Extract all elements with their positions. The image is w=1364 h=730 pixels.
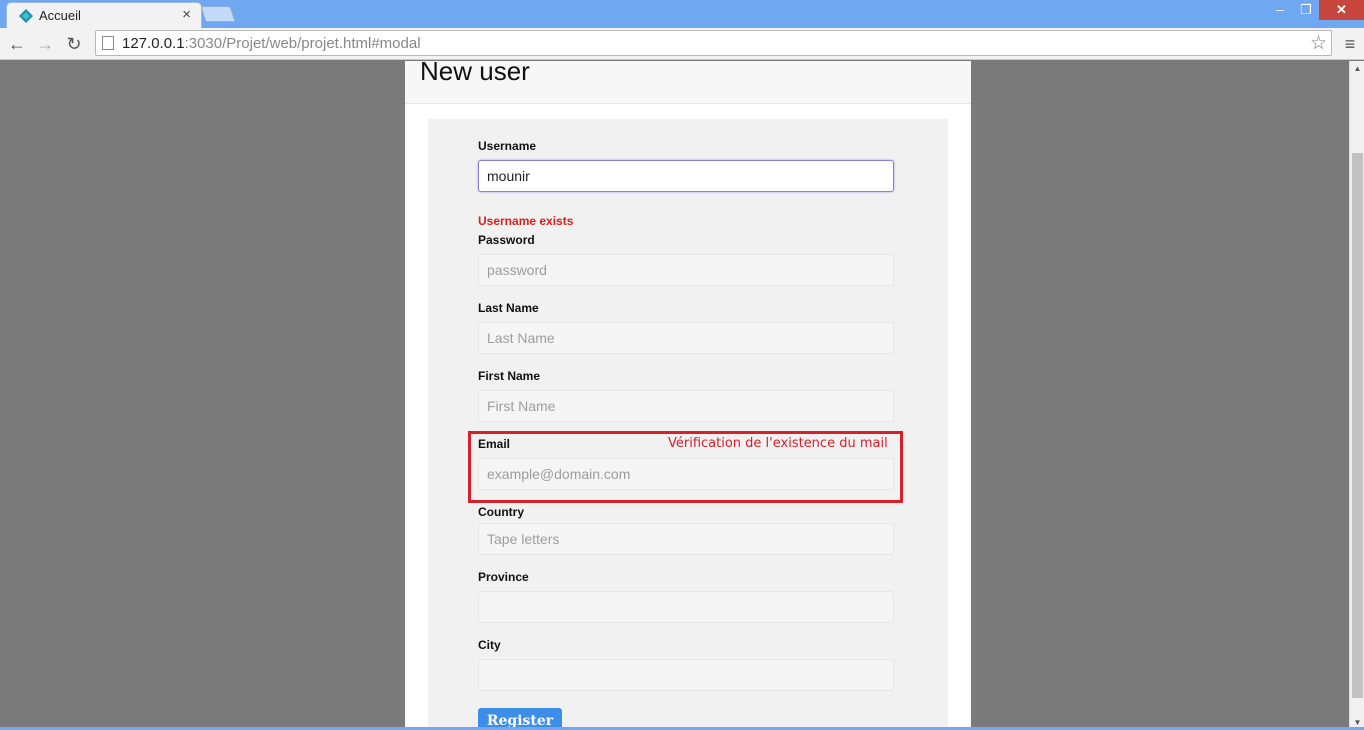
country-label: Country (478, 505, 524, 519)
username-input[interactable] (478, 160, 894, 192)
bookmark-star-icon[interactable]: ☆ (1310, 32, 1327, 55)
modal-title: New user (420, 56, 530, 86)
browser-toolbar: ← → ↻ 127.0.0.1:3030/Projet/web/projet.h… (0, 28, 1364, 60)
province-input[interactable] (478, 591, 894, 623)
browser-titlebar: Accueil × ‒ ❐ ✕ (0, 0, 1364, 28)
tab-title: Accueil (39, 8, 81, 23)
window-minimize-button[interactable]: ‒ (1268, 0, 1292, 20)
back-arrow-icon[interactable]: ← (5, 32, 29, 56)
window-close-button[interactable]: ✕ (1319, 0, 1364, 20)
first-name-input[interactable] (478, 390, 894, 422)
browser-tab[interactable]: Accueil × (6, 2, 202, 28)
new-user-modal: New user Username Username exists Passwo… (405, 56, 971, 730)
country-input[interactable] (478, 523, 894, 555)
address-bar[interactable]: 127.0.0.1:3030/Projet/web/projet.html#mo… (95, 30, 1332, 56)
registration-form: Username Username exists Password Last N… (428, 119, 948, 730)
site-favicon-icon (19, 9, 33, 23)
city-input[interactable] (478, 659, 894, 691)
tab-close-icon[interactable]: × (182, 6, 191, 23)
scroll-up-arrow-icon[interactable]: ▲ (1350, 61, 1364, 76)
url-path: :3030/Projet/web/projet.html#modal (184, 35, 421, 52)
page-icon (102, 36, 114, 50)
address-url[interactable]: 127.0.0.1:3030/Projet/web/projet.html#mo… (122, 35, 421, 52)
last-name-label: Last Name (478, 301, 539, 315)
new-tab-button[interactable] (200, 6, 236, 22)
page-scrollbar[interactable]: ▲ ▼ (1349, 61, 1364, 730)
chrome-menu-icon[interactable]: ≡ (1340, 32, 1360, 56)
window-maximize-button[interactable]: ❐ (1294, 0, 1318, 20)
username-error: Username exists (478, 214, 574, 228)
city-label: City (478, 638, 501, 652)
password-label: Password (478, 233, 535, 247)
last-name-input[interactable] (478, 322, 894, 354)
reload-icon[interactable]: ↻ (62, 32, 86, 56)
username-label: Username (478, 139, 537, 153)
email-annotation-text: Vérification de l'existence du mail (668, 436, 888, 451)
scroll-thumb[interactable] (1352, 153, 1363, 698)
first-name-label: First Name (478, 369, 541, 383)
url-host: 127.0.0.1 (122, 35, 185, 52)
modal-header: New user (405, 56, 971, 104)
province-label: Province (478, 570, 529, 584)
forward-arrow-icon[interactable]: → (33, 32, 57, 56)
password-input[interactable] (478, 254, 894, 286)
